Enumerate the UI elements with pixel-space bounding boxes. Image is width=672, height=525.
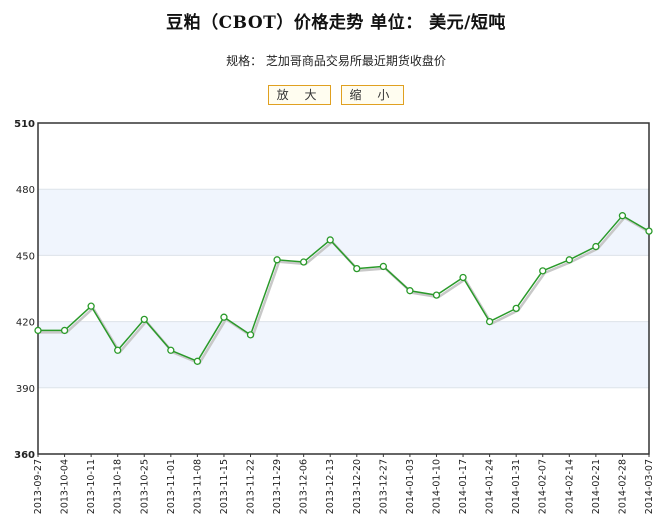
data-point: [539, 267, 547, 275]
y-tick-label: 360: [14, 450, 35, 461]
data-point: [459, 273, 467, 282]
data-point: [353, 264, 361, 273]
x-tick-label: 2013-12-27: [378, 459, 389, 514]
x-tick-label: 2014-03-07: [644, 459, 655, 514]
data-point: [34, 326, 42, 335]
plot-frame: [37, 122, 650, 455]
x-tick-label: 2013-11-22: [246, 459, 257, 514]
x-tick-label: 2013-11-15: [219, 459, 230, 514]
data-point: [432, 291, 441, 299]
data-point: [379, 262, 387, 271]
x-tick-label: 2013-11-29: [272, 459, 283, 514]
data-point: [592, 242, 600, 251]
x-tick-label: 2013-11-01: [166, 459, 177, 514]
x-tick-label: 2013-10-18: [113, 459, 124, 514]
x-tick-label: 2013-12-06: [299, 459, 310, 514]
x-tick-label: 2013-10-04: [60, 459, 71, 514]
data-point: [220, 313, 228, 321]
data-point: [485, 317, 494, 326]
data-point: [246, 331, 255, 339]
data-point: [193, 357, 202, 365]
y-tick-label: 390: [16, 384, 35, 395]
grid-band: [38, 321, 649, 388]
x-tick-label: 2014-02-07: [538, 459, 549, 514]
x-tick-label: 2014-01-10: [431, 459, 442, 514]
x-tick-label: 2014-01-31: [511, 459, 522, 514]
x-tick-label: 2013-10-25: [139, 459, 150, 514]
x-tick-label: 2014-02-14: [564, 459, 575, 514]
x-tick-label: 2013-10-11: [86, 459, 97, 514]
data-point: [60, 326, 69, 335]
x-tick-label: 2013-12-20: [352, 459, 363, 514]
x-tick-label: 2014-01-24: [485, 459, 496, 514]
data-point: [565, 256, 573, 264]
data-point: [512, 304, 520, 313]
data-point: [140, 315, 148, 324]
x-tick-label: 2013-09-27: [33, 459, 44, 514]
y-tick-label: 480: [16, 185, 35, 196]
y-tick-label: 450: [16, 251, 35, 262]
data-point: [326, 236, 334, 244]
data-point: [645, 227, 653, 235]
x-tick-label: 2014-02-28: [617, 459, 628, 514]
data-point: [618, 212, 627, 220]
x-tick-label: 2014-02-21: [591, 459, 602, 514]
data-point: [406, 287, 414, 295]
data-point: [167, 346, 175, 354]
data-point: [114, 346, 122, 354]
x-tick-label: 2013-11-08: [192, 459, 203, 514]
x-tick-label: 2014-01-17: [458, 459, 469, 514]
data-point: [273, 256, 281, 264]
price-line-chart: 360 390 420 450 480 510 2013-09-27 2013-10-04 20…: [14, 119, 655, 514]
data-point: [87, 302, 95, 310]
y-tick-label: 510: [14, 119, 35, 130]
data-point: [300, 258, 308, 266]
x-tick-label: 2014-01-03: [405, 459, 416, 514]
x-tick-label: 2013-12-13: [325, 459, 336, 514]
grid-band: [38, 189, 649, 256]
y-tick-label: 420: [16, 318, 35, 329]
